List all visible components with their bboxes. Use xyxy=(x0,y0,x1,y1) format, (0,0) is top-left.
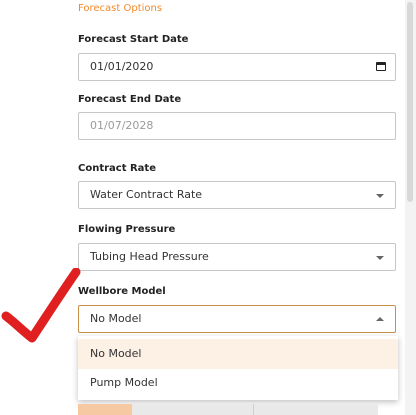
caret-up-icon xyxy=(376,317,384,321)
option-no-model[interactable]: No Model xyxy=(78,339,398,369)
wellbore-model-value: No Model xyxy=(90,312,142,325)
scrollbar-thumb[interactable] xyxy=(407,2,413,202)
flowing-pressure-label: Flowing Pressure xyxy=(78,224,176,235)
caret-down-icon xyxy=(376,194,384,198)
forecast-end-value: 01/07/2028 xyxy=(90,119,154,132)
contract-rate-label: Contract Rate xyxy=(78,163,156,174)
caret-down-icon xyxy=(376,256,384,260)
option-pump-model[interactable]: Pump Model xyxy=(78,368,398,398)
forecast-end-input[interactable]: 01/07/2028 xyxy=(78,112,396,140)
forecast-start-value: 01/01/2020 xyxy=(90,60,154,73)
forecast-end-label: Forecast End Date xyxy=(78,94,182,105)
wellbore-model-dropdown: No Model Pump Model xyxy=(78,336,398,400)
forecast-start-label: Forecast Start Date xyxy=(78,34,189,45)
check-mark-annotation xyxy=(1,268,81,343)
underlying-table-accent xyxy=(78,404,132,415)
underlying-table-divider xyxy=(253,404,254,415)
contract-rate-select[interactable]: Water Contract Rate xyxy=(78,181,396,209)
forecast-start-input[interactable]: 01/01/2020 xyxy=(78,53,396,81)
contract-rate-value: Water Contract Rate xyxy=(90,188,203,201)
wellbore-model-label: Wellbore Model xyxy=(78,286,166,297)
wellbore-model-select[interactable]: No Model xyxy=(78,305,396,333)
section-title: Forecast Options xyxy=(78,3,163,14)
flowing-pressure-select[interactable]: Tubing Head Pressure xyxy=(78,243,396,271)
flowing-pressure-value: Tubing Head Pressure xyxy=(90,250,209,263)
calendar-icon[interactable] xyxy=(376,62,386,71)
